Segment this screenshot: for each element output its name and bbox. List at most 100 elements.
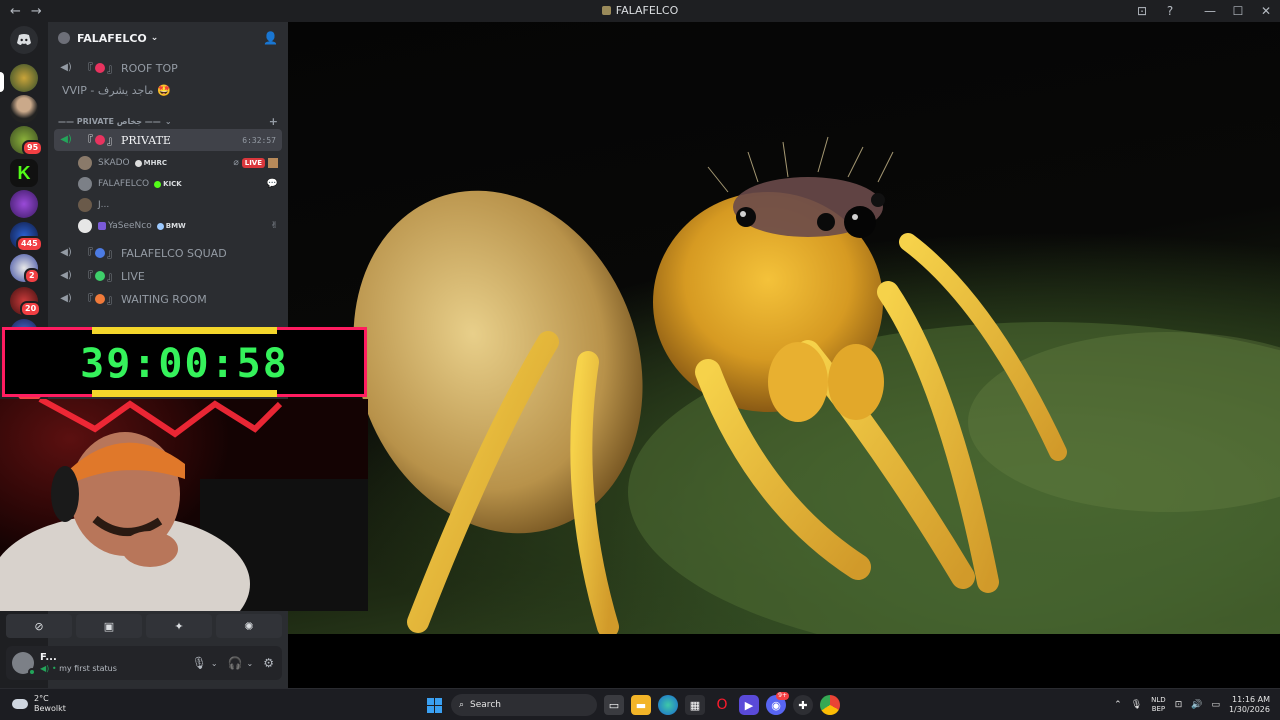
- avatar: [78, 177, 92, 191]
- channel-label: ROOF TOP: [121, 61, 178, 75]
- voice-user[interactable]: FALAFELCO KICK 💬: [78, 174, 282, 194]
- soundboard-button[interactable]: ✺: [216, 614, 282, 638]
- channel-label: PRIVATE: [121, 133, 171, 147]
- channel-label: LIVE: [121, 269, 145, 283]
- settings-gear-icon[interactable]: ⚙: [263, 656, 274, 670]
- close-button[interactable]: ✕: [1252, 0, 1280, 22]
- voice-user[interactable]: SKADO MHRC ⌀ LIVE: [78, 153, 282, 173]
- help-icon[interactable]: ?: [1156, 0, 1184, 22]
- voice-user[interactable]: YaSeeNco BMW ✌: [78, 216, 282, 236]
- voice-connected-icon: ◀) •: [40, 664, 60, 673]
- microphone-tray-icon[interactable]: 🎙: [1131, 700, 1142, 710]
- nitro-icon: [98, 222, 106, 230]
- invite-people-icon[interactable]: 👤: [263, 31, 278, 45]
- lang-code: NLD: [1151, 696, 1166, 704]
- speaker-icon: ◀): [60, 293, 72, 304]
- search-label: Search: [470, 700, 501, 710]
- user-tag: BMW: [156, 222, 186, 230]
- avatar: [78, 198, 92, 212]
- category-label: —— PRIVATE جخاص ——: [58, 116, 161, 126]
- chevron-down-icon[interactable]: ⌄: [211, 659, 218, 668]
- kick-server-icon[interactable]: K: [10, 159, 38, 187]
- app-icon-2[interactable]: ✚: [793, 695, 813, 715]
- voice-user[interactable]: J...: [78, 195, 282, 215]
- headset-icon[interactable]: 🎧: [228, 656, 243, 670]
- user-name: FALAFELCO: [98, 179, 150, 189]
- chevron-down-icon: ⌄: [150, 33, 159, 43]
- server-icon: [601, 6, 611, 15]
- tag-icon: [154, 180, 162, 188]
- network-icon[interactable]: ⊡: [1175, 700, 1183, 710]
- battery-icon[interactable]: ▭: [1211, 700, 1220, 710]
- maximize-button[interactable]: ☐: [1224, 0, 1252, 22]
- store-icon[interactable]: ▦: [685, 695, 705, 715]
- guild-header[interactable]: FALAFELCO ⌄ 👤: [48, 22, 288, 54]
- edge-browser-icon[interactable]: [658, 695, 678, 715]
- cloud-icon: [12, 699, 28, 709]
- channel-bracket-right: 』: [107, 134, 118, 147]
- channel-bracket-right: 』: [107, 270, 118, 283]
- user-tag-text: MHRC: [143, 159, 167, 167]
- voice-channel-waiting-room[interactable]: ◀) 『 』 WAITING ROOM: [54, 288, 282, 310]
- voice-channel-live[interactable]: ◀) 『 』 LIVE: [54, 265, 282, 287]
- taskbar-search[interactable]: ⌕ Search: [451, 694, 597, 716]
- voice-channel-falafelco-squad[interactable]: ◀) 『 』 FALAFELCO SQUAD: [54, 242, 282, 264]
- activities-button[interactable]: ✦: [146, 614, 212, 638]
- minimize-button[interactable]: —: [1196, 0, 1224, 22]
- file-explorer-icon[interactable]: ▬: [631, 695, 651, 715]
- chat-bubble-icon: 💬: [266, 179, 278, 189]
- server-icon-1[interactable]: [10, 64, 38, 92]
- channel-bracket-left: 『: [82, 134, 93, 147]
- user-tag-text: BMW: [165, 222, 186, 230]
- add-channel-icon[interactable]: +: [269, 115, 278, 128]
- chevron-down-icon[interactable]: ⌄: [247, 659, 254, 668]
- channel-bracket-left: 『: [82, 270, 93, 283]
- stream-view[interactable]: [288, 22, 1280, 688]
- task-view-icon[interactable]: ▭: [604, 695, 624, 715]
- voice-channel-roof-top[interactable]: ◀) 『 』 ROOF TOP: [54, 57, 282, 79]
- voice-channel-private[interactable]: ◀) 『 』 PRIVATE 6:32:57: [54, 129, 282, 151]
- chevron-up-icon[interactable]: ⌃: [1114, 700, 1122, 710]
- opera-icon[interactable]: O: [712, 695, 732, 715]
- volume-icon[interactable]: 🔊: [1191, 700, 1202, 710]
- user-tag: KICK: [154, 180, 182, 188]
- inbox-icon[interactable]: ⊡: [1128, 0, 1156, 22]
- guild-name: FALAFELCO: [77, 31, 147, 45]
- user-name: SKADO: [98, 158, 130, 168]
- server-icon-2[interactable]: [10, 95, 38, 123]
- server-icon-5[interactable]: [10, 190, 38, 218]
- clock[interactable]: 11:16 AM 1/30/2026: [1229, 695, 1270, 715]
- camera-off-button[interactable]: ⊘: [6, 614, 72, 638]
- microphone-icon[interactable]: 🎙: [192, 656, 207, 670]
- category-private[interactable]: —— PRIVATE جخاص —— ⌄ +: [58, 114, 278, 128]
- channel-vvip[interactable]: VVIP - ماجد يشرف 🤩: [62, 79, 290, 101]
- language-indicator[interactable]: NLD BEP: [1151, 696, 1166, 714]
- chevron-down-icon: ⌄: [164, 116, 172, 126]
- channel-dot-icon: [95, 135, 105, 145]
- channel-timer: 6:32:57: [242, 135, 276, 145]
- avatar: [78, 156, 92, 170]
- chrome-icon[interactable]: [820, 695, 840, 715]
- channel-bracket-right: 』: [107, 293, 118, 306]
- screen-share-button[interactable]: ▣: [76, 614, 142, 638]
- channel-dot-icon: [95, 294, 105, 304]
- speaker-icon: ◀): [60, 134, 72, 145]
- windows-taskbar: 2°C Bewolkt ⌕ Search ▭ ▬ ▦ O ▶ ◉ 9+ ✚ ⌃ 🎙 N…: [0, 688, 1280, 720]
- weather-temp: 2°C: [34, 694, 49, 703]
- clock-time: 11:16 AM: [1232, 695, 1270, 704]
- live-badge[interactable]: LIVE: [241, 158, 265, 168]
- lang-layout: BEP: [1151, 705, 1166, 713]
- title-bar: ← → FALAFELCO ⊡ ? — ☐ ✕: [0, 0, 1280, 22]
- avatar[interactable]: [12, 652, 36, 676]
- discord-home-icon[interactable]: [10, 26, 38, 54]
- channel-label: FALAFELCO SQUAD: [121, 246, 227, 260]
- discord-taskbar-icon[interactable]: ◉ 9+: [766, 692, 789, 715]
- activity-icon: ✌: [270, 221, 278, 231]
- app-icon[interactable]: ▶: [739, 695, 759, 715]
- stream-video: [288, 22, 1280, 634]
- weather-widget[interactable]: 2°C Bewolkt: [12, 694, 66, 714]
- user-panel-status: ◀) • my first status: [40, 663, 117, 674]
- server-selected-pill: [0, 72, 4, 92]
- server-badge: 20: [20, 301, 42, 317]
- windows-start-icon[interactable]: [424, 695, 444, 715]
